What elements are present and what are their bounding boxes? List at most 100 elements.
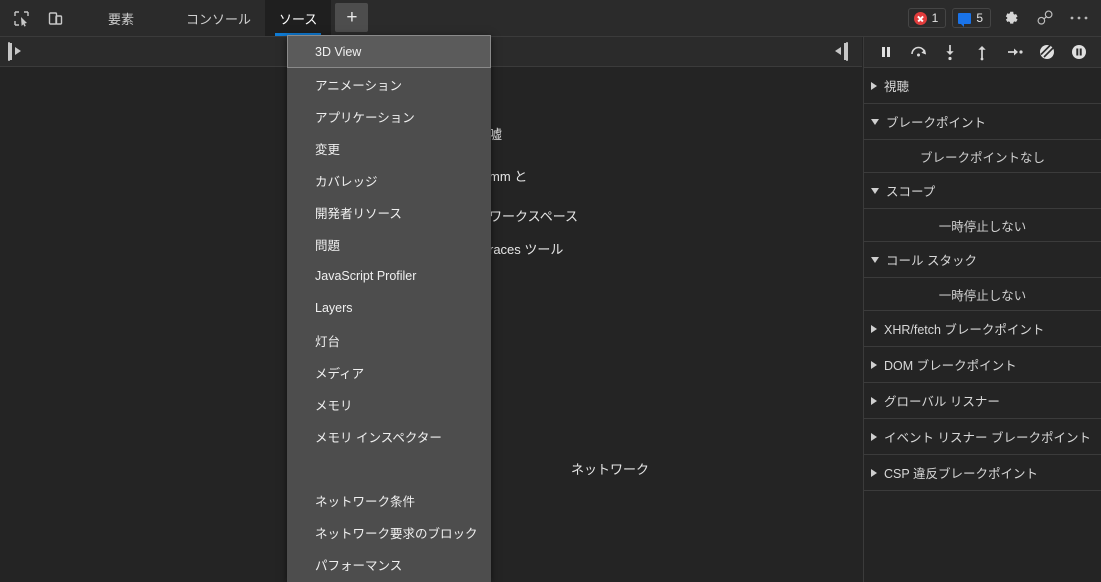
editor-hint-text: ワークスペース bbox=[489, 209, 579, 224]
panel-right-icon bbox=[846, 41, 848, 61]
chevron-down-icon bbox=[871, 256, 879, 263]
section-title: 視聴 bbox=[884, 80, 910, 94]
error-count-badge[interactable]: 1 bbox=[907, 8, 947, 28]
section-title: スコープ bbox=[886, 185, 936, 199]
menu-item-label: メモリ インスペクター bbox=[315, 430, 442, 445]
menu-item-label: 灯台 bbox=[315, 334, 341, 349]
menu-item-label: 3D View bbox=[315, 44, 362, 59]
section-header[interactable]: イベント リスナー ブレークポイント bbox=[864, 419, 1101, 454]
menu-item-animations[interactable]: アニメーション bbox=[287, 68, 491, 100]
menu-item-javascript-profiler[interactable]: JavaScript Profiler bbox=[287, 260, 491, 292]
section-title: グローバル リスナー bbox=[884, 395, 1000, 409]
chevron-right-icon bbox=[871, 468, 877, 477]
menu-item-application[interactable]: アプリケーション bbox=[287, 100, 491, 132]
section-title: CSP 違反ブレークポイント bbox=[884, 467, 1038, 481]
devtools-tab-list: 要素 コンソール ソース + bbox=[94, 0, 369, 36]
section-header[interactable]: 視聴 bbox=[864, 68, 1101, 103]
menu-item-network[interactable] bbox=[287, 452, 491, 484]
section-title: コール スタック bbox=[886, 254, 977, 268]
step-out-icon[interactable] bbox=[970, 40, 994, 64]
chevron-right-icon bbox=[871, 396, 877, 405]
debugger-section-scope: スコープ bbox=[864, 173, 1101, 209]
plus-icon: + bbox=[346, 7, 358, 28]
menu-item-3d-view[interactable]: 3D View bbox=[287, 35, 491, 68]
section-title: イベント リスナー ブレークポイント bbox=[884, 431, 1091, 445]
menu-item-label: メモリ bbox=[315, 398, 353, 413]
menu-item-label: メディア bbox=[315, 366, 365, 381]
menu-item-coverage[interactable]: カバレッジ bbox=[287, 164, 491, 196]
menu-item-memory-inspector[interactable]: メモリ インスペクター bbox=[287, 420, 491, 452]
error-count: 1 bbox=[931, 11, 939, 25]
section-title: ブレークポイント bbox=[886, 116, 987, 130]
message-icon bbox=[958, 12, 972, 27]
menu-item-label: アプリケーション bbox=[315, 110, 415, 125]
debugger-section-dom-breakpoints: DOM ブレークポイント bbox=[864, 347, 1101, 383]
chevron-right-icon bbox=[871, 360, 877, 369]
show-debugger-button[interactable] bbox=[846, 41, 848, 61]
device-toolbar-icon[interactable] bbox=[38, 0, 72, 36]
menu-item-network-conditions[interactable]: ネットワーク条件 bbox=[287, 484, 491, 516]
menu-item-label: パフォーマンス bbox=[315, 558, 403, 573]
show-navigator-button[interactable] bbox=[8, 41, 10, 61]
debugger-sidebar: 視聴 ブレークポイント ブレークポイントなし スコープ 一時停止しない コール … bbox=[863, 37, 1101, 582]
menu-item-label: ネットワーク要求のブロック bbox=[315, 526, 478, 541]
menu-item-layers[interactable]: Layers bbox=[287, 292, 491, 324]
menu-item-changes[interactable]: 変更 bbox=[287, 132, 491, 164]
editor-hint-text: mm と bbox=[489, 169, 528, 184]
step-into-icon[interactable] bbox=[938, 40, 962, 64]
callstack-empty-text: 一時停止しない bbox=[864, 278, 1101, 311]
tab-label: コンソール bbox=[186, 11, 252, 27]
menu-item-lighthouse[interactable]: 灯台 bbox=[287, 324, 491, 356]
tab-elements[interactable]: 要素 bbox=[94, 0, 148, 36]
step-over-icon[interactable] bbox=[906, 40, 930, 64]
menu-item-label: 開発者リソース bbox=[315, 206, 402, 221]
menu-item-label: アニメーション bbox=[315, 78, 403, 93]
menu-item-media[interactable]: メディア bbox=[287, 356, 491, 388]
section-header[interactable]: CSP 違反ブレークポイント bbox=[864, 455, 1101, 490]
deactivate-breakpoints-icon[interactable] bbox=[1035, 40, 1059, 64]
tab-sources[interactable]: ソース bbox=[265, 0, 332, 36]
inspect-element-icon[interactable] bbox=[4, 0, 38, 36]
menu-item-memory[interactable]: メモリ bbox=[287, 388, 491, 420]
menu-item-developer-resources[interactable]: 開発者リソース bbox=[287, 196, 491, 228]
customize-devtools-button[interactable] bbox=[1031, 4, 1059, 32]
settings-button[interactable] bbox=[997, 4, 1025, 32]
debugger-section-xhr-breakpoints: XHR/fetch ブレークポイント bbox=[864, 311, 1101, 347]
chevron-down-icon bbox=[871, 187, 879, 194]
tab-console[interactable]: コンソール bbox=[172, 0, 265, 36]
menu-item-issues[interactable]: 問題 bbox=[287, 228, 491, 260]
more-options-icon[interactable] bbox=[1065, 4, 1093, 32]
debugger-section-event-listener-breakpoints: イベント リスナー ブレークポイント bbox=[864, 419, 1101, 455]
chevron-right-icon bbox=[871, 324, 877, 333]
debugger-section-watch: 視聴 bbox=[864, 68, 1101, 104]
section-header[interactable]: DOM ブレークポイント bbox=[864, 347, 1101, 382]
scope-empty-text: 一時停止しない bbox=[864, 209, 1101, 242]
section-header[interactable]: XHR/fetch ブレークポイント bbox=[864, 311, 1101, 346]
pause-script-icon[interactable] bbox=[874, 40, 898, 64]
menu-item-label: ネットワーク条件 bbox=[315, 494, 416, 509]
menu-item-label: カバレッジ bbox=[315, 174, 378, 189]
section-header[interactable]: コール スタック bbox=[864, 242, 1101, 277]
section-header[interactable]: ブレークポイント bbox=[864, 104, 1101, 139]
debugger-section-breakpoints: ブレークポイント bbox=[864, 104, 1101, 140]
pause-on-exceptions-icon[interactable] bbox=[1067, 40, 1091, 64]
more-tools-menu: 3D View アニメーション アプリケーション 変更 カバレッジ 開発者リソー… bbox=[287, 35, 491, 582]
section-header[interactable]: スコープ bbox=[864, 173, 1101, 208]
menu-item-label: JavaScript Profiler bbox=[315, 269, 417, 283]
step-icon[interactable] bbox=[1003, 40, 1027, 64]
devtools-tabbar: 要素 コンソール ソース + 1 5 bbox=[0, 0, 1101, 37]
menu-item-network-request-blocking[interactable]: ネットワーク要求のブロック bbox=[287, 516, 491, 548]
chevron-right-icon bbox=[871, 432, 877, 441]
section-title: XHR/fetch ブレークポイント bbox=[884, 323, 1045, 337]
section-title: DOM ブレークポイント bbox=[884, 359, 1017, 373]
debugger-section-csp-violation-breakpoints: CSP 違反ブレークポイント bbox=[864, 455, 1101, 491]
breakpoints-empty-text: ブレークポイントなし bbox=[864, 140, 1101, 173]
editor-hint-text: races ツール bbox=[489, 242, 564, 257]
tabbar-right-group: 1 5 bbox=[907, 0, 1101, 36]
section-header[interactable]: グローバル リスナー bbox=[864, 383, 1101, 418]
more-tools-button[interactable]: + bbox=[335, 3, 369, 32]
menu-item-performance[interactable]: パフォーマンス bbox=[287, 548, 491, 580]
chevron-right-icon bbox=[871, 81, 877, 90]
warning-count-badge[interactable]: 5 bbox=[952, 8, 991, 28]
panel-left-icon bbox=[8, 41, 10, 61]
